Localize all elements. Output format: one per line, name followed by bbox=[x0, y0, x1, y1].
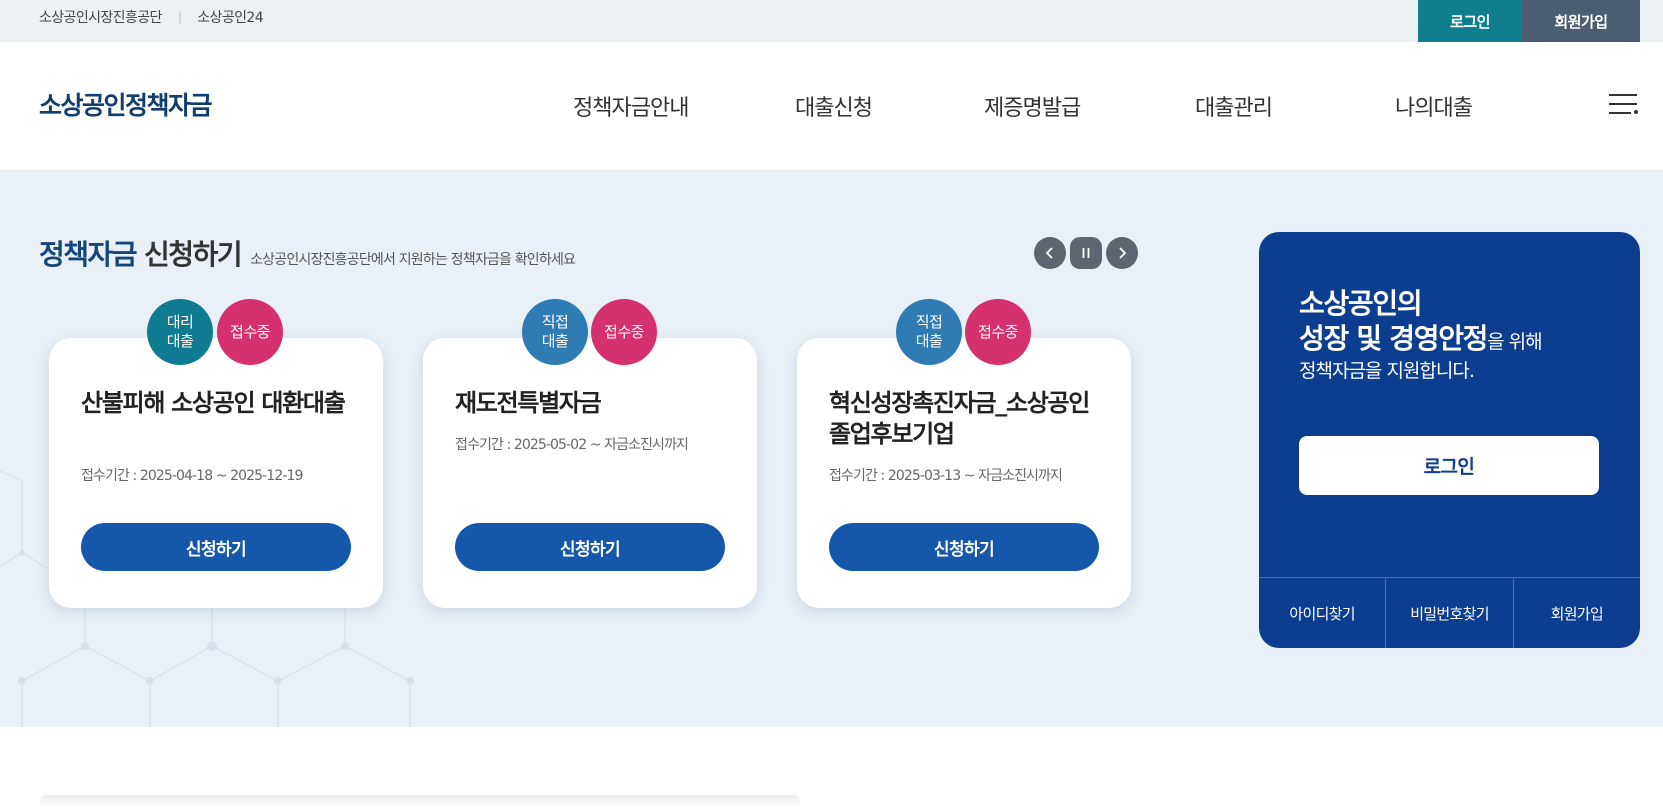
policy-fund-section: 정책자금 신청하기 소상공인시장진흥공단에서 지원하는 정책자금을 확인하세요 … bbox=[0, 171, 1663, 727]
status-badge: 접수중 bbox=[217, 299, 283, 365]
login-panel-subheading: 성장 및 경영안정을 위해 bbox=[1299, 322, 1543, 355]
apply-button[interactable]: 신청하기 bbox=[829, 523, 1099, 571]
nav-item-loan-manage[interactable]: 대출관리 bbox=[1195, 90, 1273, 122]
apply-button[interactable]: 신청하기 bbox=[455, 523, 725, 571]
fund-card-period: 접수기간 : 2025-05-02 ~ 자금소진시까지 bbox=[455, 437, 689, 453]
loan-type-badge: 직접 대출 bbox=[522, 299, 588, 365]
nav-item-policy-guide[interactable]: 정책자금안내 bbox=[573, 90, 689, 122]
nav-item-loan-apply[interactable]: 대출신청 bbox=[795, 90, 873, 122]
login-panel-heading: 소상공인의 bbox=[1299, 287, 1423, 320]
next-section-edge bbox=[40, 795, 800, 807]
fund-card-title: 산불피해 소상공인 대환대출 bbox=[81, 389, 346, 417]
top-utility-bar: 소상공인시장진흥공단 | 소상공인24 로그인 회원가입 bbox=[0, 0, 1663, 42]
top-join-button[interactable]: 회원가입 bbox=[1522, 0, 1640, 42]
find-id-link[interactable]: 아이디찾기 bbox=[1259, 578, 1385, 648]
fund-card: 혁신성장촉진자금_소상공인 졸업후보기업 접수기간 : 2025-03-13 ~… bbox=[797, 338, 1131, 608]
login-panel: 소상공인의 성장 및 경영안정을 위해 정책자금을 지원합니다. 로그인 아이디… bbox=[1259, 232, 1640, 648]
link-sbiz24[interactable]: 소상공인24 bbox=[197, 7, 263, 27]
section-title-highlight: 정책자금 bbox=[39, 238, 138, 271]
section-description: 소상공인시장진흥공단에서 지원하는 정책자금을 확인하세요 bbox=[250, 252, 576, 268]
divider: | bbox=[177, 10, 182, 24]
loan-type-badge: 직접 대출 bbox=[896, 299, 962, 365]
nav-item-certificates[interactable]: 제증명발급 bbox=[984, 90, 1081, 122]
panel-login-button[interactable]: 로그인 bbox=[1299, 436, 1599, 495]
fund-card-period: 접수기간 : 2025-04-18 ~ 2025-12-19 bbox=[81, 468, 303, 484]
section-title-rest: 신청하기 bbox=[144, 238, 243, 271]
login-panel-links: 아이디찾기 비밀번호찾기 회원가입 bbox=[1259, 577, 1640, 648]
loan-type-badge: 대리 대출 bbox=[147, 299, 213, 365]
family-links: 소상공인시장진흥공단 | 소상공인24 bbox=[39, 0, 264, 34]
fund-card: 재도전특별자금 접수기간 : 2025-05-02 ~ 자금소진시까지 신청하기 bbox=[423, 338, 757, 608]
status-badge: 접수중 bbox=[591, 299, 657, 365]
link-semas[interactable]: 소상공인시장진흥공단 bbox=[39, 7, 162, 27]
site-header: 소상공인정책자금 정책자금안내 대출신청 제증명발급 대출관리 나의대출 bbox=[0, 42, 1663, 171]
section-title: 정책자금 신청하기 소상공인시장진흥공단에서 지원하는 정책자금을 확인하세요 bbox=[39, 233, 576, 273]
find-password-link[interactable]: 비밀번호찾기 bbox=[1385, 578, 1512, 648]
top-login-button[interactable]: 로그인 bbox=[1418, 0, 1522, 42]
login-panel-text: 정책자금을 지원합니다. bbox=[1299, 360, 1475, 382]
status-badge: 접수중 bbox=[965, 299, 1031, 365]
site-logo[interactable]: 소상공인정책자금 bbox=[39, 86, 213, 122]
prev-icon[interactable] bbox=[1034, 237, 1066, 269]
apply-button[interactable]: 신청하기 bbox=[81, 523, 351, 571]
fund-card-title: 재도전특별자금 bbox=[455, 389, 602, 417]
nav-item-my-loan[interactable]: 나의대출 bbox=[1395, 90, 1473, 122]
fund-card: 산불피해 소상공인 대환대출 접수기간 : 2025-04-18 ~ 2025-… bbox=[49, 338, 383, 608]
hamburger-menu-icon[interactable] bbox=[1609, 94, 1639, 116]
pause-icon[interactable] bbox=[1070, 237, 1102, 269]
fund-card-title: 혁신성장촉진자금_소상공인 졸업후보기업 bbox=[829, 389, 1090, 448]
fund-card-period: 접수기간 : 2025-03-13 ~ 자금소진시까지 bbox=[829, 468, 1063, 484]
next-icon[interactable] bbox=[1106, 237, 1138, 269]
join-link[interactable]: 회원가입 bbox=[1512, 578, 1640, 648]
